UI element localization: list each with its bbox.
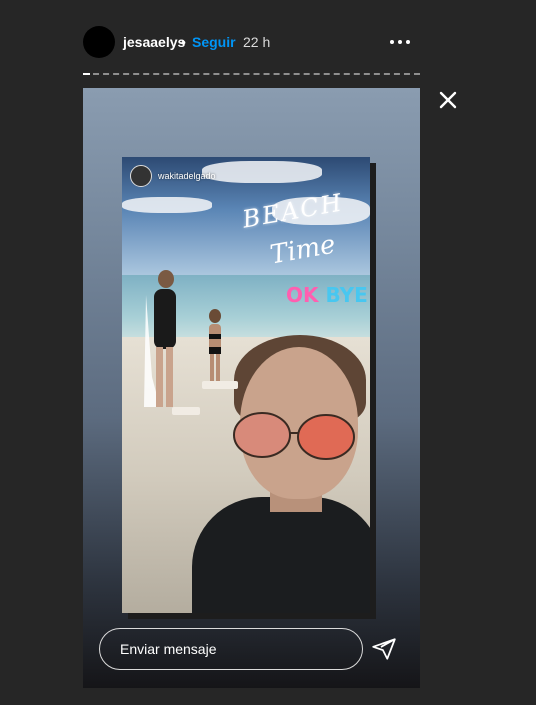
story-viewer[interactable]: wakitadelgado BEACH Time OK BYE Enviar m… [83,88,420,688]
mention-tag [172,407,200,415]
story-progress-fill [83,73,90,75]
story-progress-bar [83,73,420,75]
avatar[interactable] [83,26,115,58]
person-figure [209,309,221,387]
reply-placeholder: Enviar mensaje [120,641,217,657]
cloud [202,161,322,183]
story-mention[interactable]: wakitadelgado [130,165,216,187]
ok-text: OK [286,283,319,307]
send-icon[interactable] [371,636,397,662]
timestamp: 22 h [243,34,271,50]
close-icon[interactable] [436,88,460,112]
selfie-body [192,497,370,613]
story-photo: wakitadelgado BEACH Time OK BYE [122,157,370,613]
more-icon[interactable] [387,33,413,51]
mention-avatar [130,165,152,187]
sunglasses [233,412,355,460]
mention-username: wakitadelgado [158,171,216,181]
separator-dot: • [181,34,186,50]
bye-text: BYE [325,283,368,307]
mention-tag [202,381,238,389]
reply-input[interactable]: Enviar mensaje [99,628,363,670]
follow-button[interactable]: Seguir [192,34,236,50]
cloud [122,197,212,213]
okbye-sticker: OK BYE [286,283,368,307]
username[interactable]: jesaaelys [123,34,185,50]
person-figure [144,270,176,407]
story-header: jesaaelys • Seguir 22 h [83,26,420,58]
